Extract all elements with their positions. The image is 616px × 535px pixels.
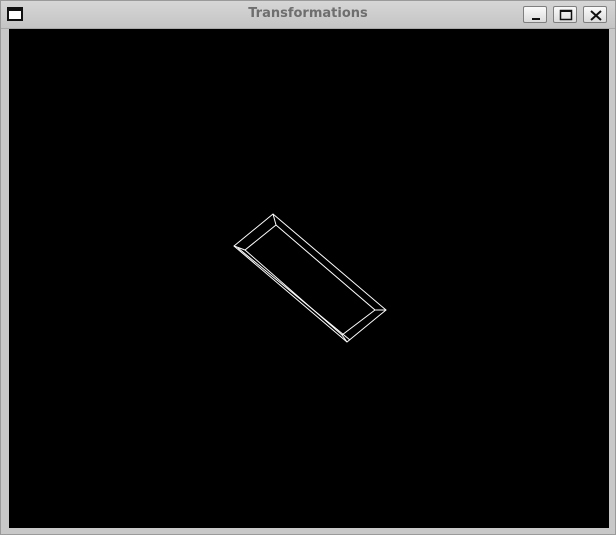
maximize-button[interactable] [553, 6, 577, 23]
box-inner-face [244, 224, 376, 336]
minimize-icon [532, 18, 540, 20]
minimize-button[interactable] [523, 6, 547, 23]
close-button[interactable] [583, 6, 607, 23]
render-canvas[interactable] [9, 29, 609, 528]
close-icon [590, 10, 602, 21]
app-window: Transformations [0, 0, 616, 535]
maximize-icon [559, 9, 573, 21]
box-outer-face [233, 213, 387, 343]
title-bar[interactable]: Transformations [1, 1, 615, 29]
wireframe-box [233, 213, 387, 343]
box-side-edge [237, 247, 351, 341]
